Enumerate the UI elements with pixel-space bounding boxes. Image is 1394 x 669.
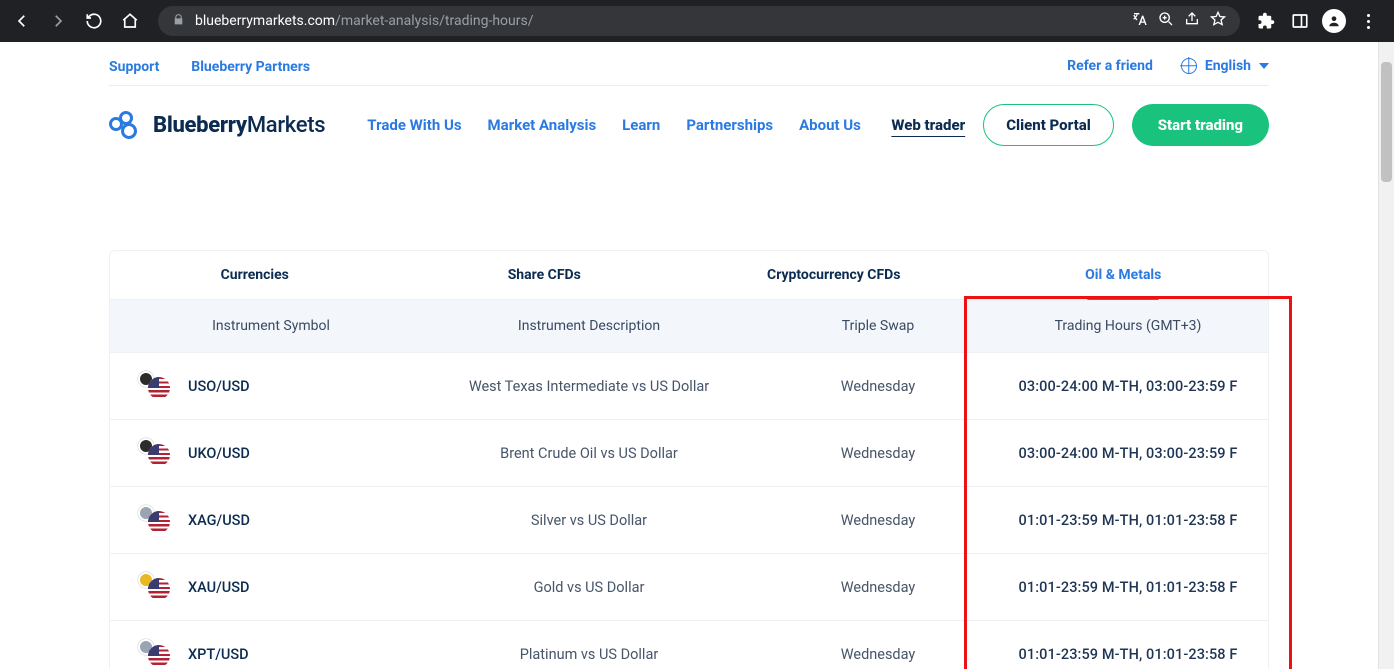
cell-swap: Wednesday xyxy=(768,492,988,549)
instrument-icon xyxy=(140,373,170,399)
table-row: XAU/USD Gold vs US Dollar Wednesday 01:0… xyxy=(110,553,1268,620)
zoom-icon[interactable] xyxy=(1158,11,1174,31)
partners-link[interactable]: Blueberry Partners xyxy=(191,59,310,75)
table-row: XAG/USD Silver vs US Dollar Wednesday 01… xyxy=(110,486,1268,553)
table-body: USO/USD West Texas Intermediate vs US Do… xyxy=(109,353,1269,669)
cell-description: West Texas Intermediate vs US Dollar xyxy=(410,358,768,415)
cell-hours: 03:00-24:00 M-TH, 03:00-23:59 F xyxy=(988,358,1268,415)
back-button[interactable] xyxy=(8,7,36,35)
th-hours: Trading Hours (GMT+3) xyxy=(988,300,1268,352)
cell-swap: Wednesday xyxy=(768,626,988,669)
cell-swap: Wednesday xyxy=(768,358,988,415)
url-bar[interactable]: blueberrymarkets.com/market-analysis/tra… xyxy=(158,6,1240,36)
nav-trade[interactable]: Trade With Us xyxy=(367,116,461,134)
extensions-icon[interactable] xyxy=(1254,9,1278,33)
cell-swap: Wednesday xyxy=(768,425,988,482)
table-row: UKO/USD Brent Crude Oil vs US Dollar Wed… xyxy=(110,419,1268,486)
start-trading-button[interactable]: Start trading xyxy=(1132,104,1269,146)
tab-currencies[interactable]: Currencies xyxy=(110,251,400,299)
profile-avatar[interactable] xyxy=(1322,9,1346,33)
cell-hours: 01:01-23:59 M-TH, 01:01-23:58 F xyxy=(988,492,1268,549)
tab-oil-metals[interactable]: Oil & Metals xyxy=(979,251,1269,299)
th-description: Instrument Description xyxy=(410,300,768,352)
cell-description: Platinum vs US Dollar xyxy=(410,626,768,669)
instrument-icon xyxy=(140,574,170,600)
chevron-down-icon xyxy=(1259,63,1269,69)
bookmark-icon[interactable] xyxy=(1210,11,1226,31)
cell-symbol: UKO/USD xyxy=(188,445,250,462)
trading-hours-table: Currencies Share CFDs Cryptocurrency CFD… xyxy=(109,250,1269,669)
cell-symbol: XPT/USD xyxy=(188,646,249,663)
language-selector[interactable]: English xyxy=(1181,58,1269,74)
utility-bar: Support Blueberry Partners Refer a frien… xyxy=(109,42,1269,85)
url-text: blueberrymarkets.com/market-analysis/tra… xyxy=(195,13,1122,29)
cell-swap: Wednesday xyxy=(768,559,988,616)
instrument-icon xyxy=(140,641,170,667)
cell-symbol: USO/USD xyxy=(188,378,250,395)
logo-icon xyxy=(109,111,143,139)
cell-hours: 01:01-23:59 M-TH, 01:01-23:58 F xyxy=(988,626,1268,669)
logo-text: BlueberryMarkets xyxy=(153,113,325,138)
web-trader-link[interactable]: Web trader xyxy=(891,116,965,134)
th-symbol: Instrument Symbol xyxy=(110,300,410,352)
main-nav: Trade With Us Market Analysis Learn Part… xyxy=(367,116,861,134)
table-row: XPT/USD Platinum vs US Dollar Wednesday … xyxy=(110,620,1268,669)
lock-icon xyxy=(172,13,185,30)
instrument-icon xyxy=(140,507,170,533)
cell-symbol: XAU/USD xyxy=(188,579,250,596)
support-link[interactable]: Support xyxy=(109,59,159,75)
nav-about[interactable]: About Us xyxy=(799,116,861,134)
globe-icon xyxy=(1181,58,1197,74)
table-row: USO/USD West Texas Intermediate vs US Do… xyxy=(110,353,1268,419)
chrome-actions xyxy=(1254,9,1386,33)
language-label: English xyxy=(1205,58,1251,74)
cell-description: Brent Crude Oil vs US Dollar xyxy=(410,425,768,482)
nav-learn[interactable]: Learn xyxy=(622,116,660,134)
reload-button[interactable] xyxy=(80,7,108,35)
cell-hours: 01:01-23:59 M-TH, 01:01-23:58 F xyxy=(988,559,1268,616)
client-portal-button[interactable]: Client Portal xyxy=(983,104,1114,146)
nav-analysis[interactable]: Market Analysis xyxy=(488,116,597,134)
scrollbar-thumb[interactable] xyxy=(1381,62,1392,182)
instrument-icon xyxy=(140,440,170,466)
nav-partnerships[interactable]: Partnerships xyxy=(686,116,773,134)
refer-link[interactable]: Refer a friend xyxy=(1067,58,1153,74)
logo[interactable]: BlueberryMarkets xyxy=(109,111,325,139)
home-button[interactable] xyxy=(116,7,144,35)
forward-button[interactable] xyxy=(44,7,72,35)
share-icon[interactable] xyxy=(1184,11,1200,31)
browser-chrome: blueberrymarkets.com/market-analysis/tra… xyxy=(0,0,1394,42)
tab-share-cfds[interactable]: Share CFDs xyxy=(400,251,690,299)
tab-crypto-cfds[interactable]: Cryptocurrency CFDs xyxy=(689,251,979,299)
cell-symbol: XAG/USD xyxy=(188,512,250,529)
translate-icon[interactable] xyxy=(1132,11,1148,31)
cell-description: Gold vs US Dollar xyxy=(410,559,768,616)
table-tabs: Currencies Share CFDs Cryptocurrency CFD… xyxy=(109,250,1269,299)
table-header: Instrument Symbol Instrument Description… xyxy=(109,299,1269,353)
th-swap: Triple Swap xyxy=(768,300,988,352)
cell-description: Silver vs US Dollar xyxy=(410,492,768,549)
kebab-menu[interactable] xyxy=(1356,9,1380,33)
cell-hours: 03:00-24:00 M-TH, 03:00-23:59 F xyxy=(988,425,1268,482)
scrollbar[interactable] xyxy=(1378,42,1394,669)
panel-icon[interactable] xyxy=(1288,9,1312,33)
main-header: BlueberryMarkets Trade With Us Market An… xyxy=(109,86,1269,170)
